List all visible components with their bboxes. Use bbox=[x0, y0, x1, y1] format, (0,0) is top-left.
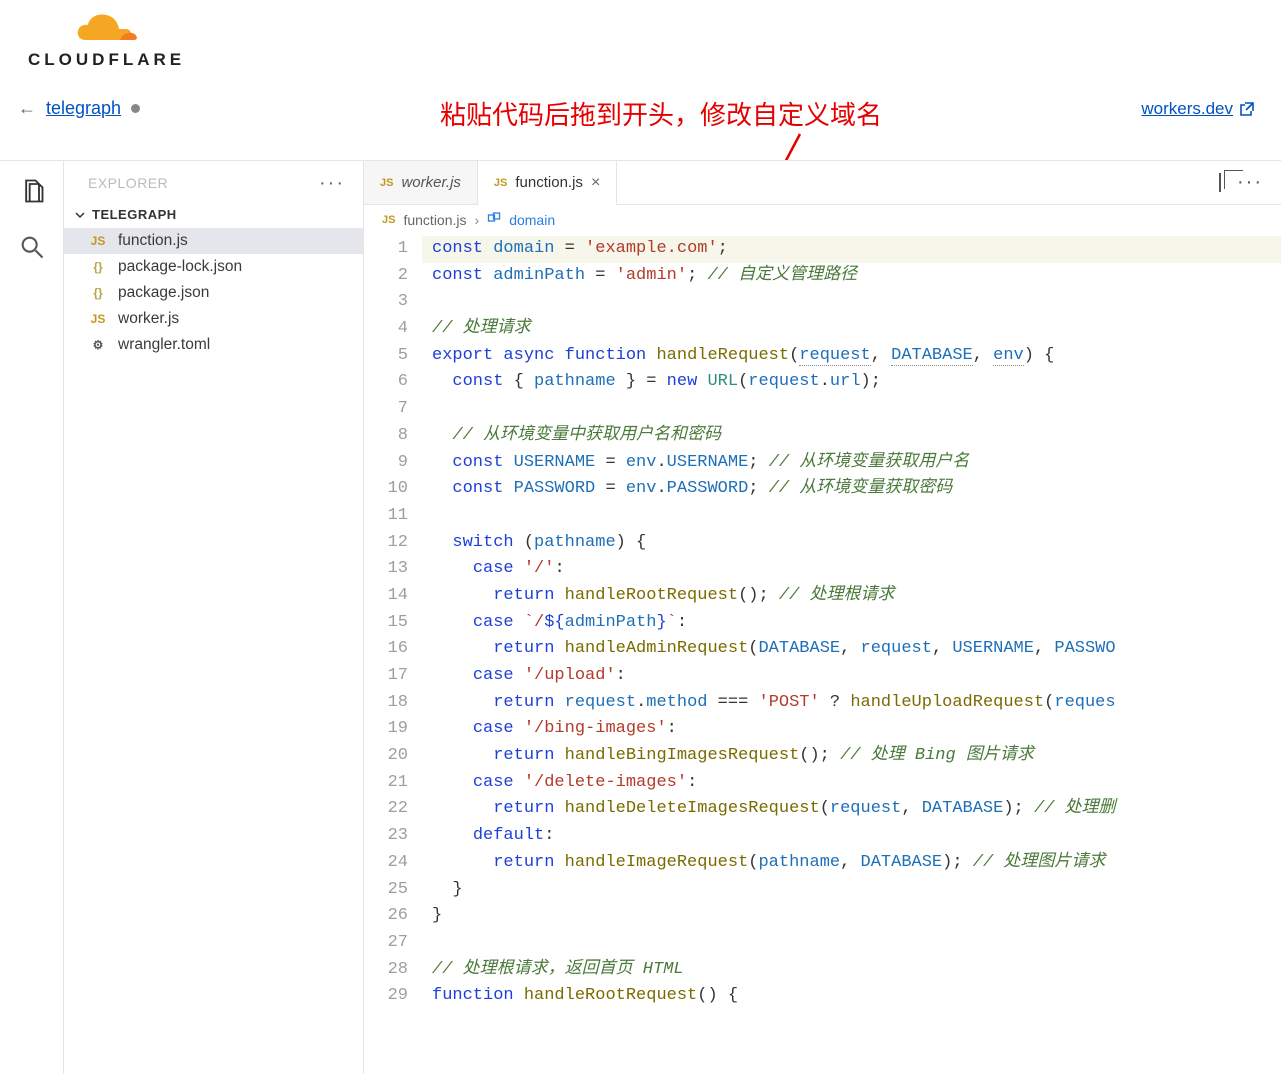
code-line-25[interactable]: } bbox=[422, 877, 1281, 904]
file-name: worker.js bbox=[118, 310, 179, 328]
chevron-right-icon: › bbox=[475, 212, 480, 228]
editor-breadcrumb: JS function.js › domain bbox=[364, 205, 1281, 234]
file-name: package.json bbox=[118, 284, 209, 302]
cloudflare-wordmark: CLOUDFLARE bbox=[28, 50, 185, 70]
cloudflare-cloud-icon bbox=[74, 10, 144, 48]
file-type-badge: JS bbox=[494, 177, 507, 189]
code-line-6[interactable]: const { pathname } = new URL(request.url… bbox=[422, 369, 1281, 396]
code-line-24[interactable]: return handleImageRequest(pathname, DATA… bbox=[422, 850, 1281, 877]
cloudflare-logo: CLOUDFLARE bbox=[28, 10, 188, 70]
file-item-worker-js[interactable]: JS worker.js bbox=[64, 306, 363, 332]
sidebar-header: EXPLORER ··· bbox=[64, 161, 363, 201]
page-root: CLOUDFLARE ← telegraph workers.dev 粘贴代码后… bbox=[0, 0, 1281, 1074]
code-line-22[interactable]: return handleDeleteImagesRequest(request… bbox=[422, 796, 1281, 823]
file-item-wrangler-toml[interactable]: ⚙ wrangler.toml bbox=[64, 332, 363, 358]
code-line-16[interactable]: return handleAdminRequest(DATABASE, requ… bbox=[422, 636, 1281, 663]
sidebar-section-header[interactable]: TELEGRAPH bbox=[64, 201, 363, 228]
external-link-icon[interactable] bbox=[1239, 101, 1255, 117]
breadcrumb-right: workers.dev bbox=[1141, 99, 1255, 119]
code-line-9[interactable]: const USERNAME = env.USERNAME; // 从环境变量获… bbox=[422, 450, 1281, 477]
code-line-10[interactable]: const PASSWORD = env.PASSWORD; // 从环境变量获… bbox=[422, 476, 1281, 503]
split-editor-icon[interactable] bbox=[1219, 174, 1221, 192]
sidebar-title: EXPLORER bbox=[88, 175, 168, 191]
back-arrow-icon[interactable]: ← bbox=[18, 98, 36, 119]
file-item-package-lock-json[interactable]: {} package-lock.json bbox=[64, 254, 363, 280]
code-line-26[interactable]: } bbox=[422, 903, 1281, 930]
code-line-15[interactable]: case `/${adminPath}`: bbox=[422, 610, 1281, 637]
tab-worker-js[interactable]: JS worker.js bbox=[364, 161, 478, 204]
code-line-8[interactable]: // 从环境变量中获取用户名和密码 bbox=[422, 423, 1281, 450]
file-type-badge: JS bbox=[380, 177, 393, 189]
code-line-29[interactable]: function handleRootRequest() { bbox=[422, 983, 1281, 1010]
sidebar-more-icon[interactable]: ··· bbox=[319, 172, 345, 195]
tabs-actions: ··· bbox=[1219, 161, 1281, 204]
file-list: JS function.js {} package-lock.json {} packag… bbox=[64, 228, 363, 358]
breadcrumb-left: ← telegraph bbox=[18, 98, 140, 119]
code-line-20[interactable]: return handleBingImagesRequest(); // 处理 … bbox=[422, 743, 1281, 770]
code-line-2[interactable]: const adminPath = 'admin'; // 自定义管理路径 bbox=[422, 263, 1281, 290]
activity-bar bbox=[0, 161, 64, 1074]
breadcrumb-file[interactable]: function.js bbox=[403, 212, 466, 228]
file-icon: JS bbox=[88, 312, 108, 326]
breadcrumb-symbol[interactable]: domain bbox=[509, 212, 555, 228]
project-link[interactable]: telegraph bbox=[46, 98, 121, 119]
code-line-7[interactable] bbox=[422, 396, 1281, 423]
file-item-package-json[interactable]: {} package.json bbox=[64, 280, 363, 306]
project-breadcrumb-row: ← telegraph workers.dev bbox=[0, 90, 1281, 133]
code-line-4[interactable]: // 处理请求 bbox=[422, 316, 1281, 343]
code-line-17[interactable]: case '/upload': bbox=[422, 663, 1281, 690]
code-content[interactable]: const domain = 'example.com';const admin… bbox=[422, 234, 1281, 1074]
sidebar-section-label: TELEGRAPH bbox=[92, 207, 177, 222]
file-icon: ⚙ bbox=[88, 338, 108, 352]
tab-label: function.js bbox=[515, 174, 583, 191]
code-line-18[interactable]: return request.method === 'POST' ? handl… bbox=[422, 690, 1281, 717]
code-line-28[interactable]: // 处理根请求，返回首页 HTML bbox=[422, 957, 1281, 984]
symbol-icon bbox=[487, 211, 501, 228]
unsaved-dot-icon bbox=[131, 104, 140, 113]
editor-tabs: JS worker.js JS function.js × ··· bbox=[364, 161, 1281, 205]
explorer-icon[interactable] bbox=[18, 177, 46, 205]
close-icon[interactable]: × bbox=[591, 174, 600, 192]
file-item-function-js[interactable]: JS function.js bbox=[64, 228, 363, 254]
cloudflare-header: CLOUDFLARE bbox=[0, 0, 1281, 90]
search-icon[interactable] bbox=[18, 233, 46, 261]
workers-dev-link[interactable]: workers.dev bbox=[1141, 99, 1233, 119]
code-area[interactable]: 1234567891011121314151617181920212223242… bbox=[364, 234, 1281, 1074]
file-icon: {} bbox=[88, 286, 108, 300]
editor-main: JS worker.js JS function.js × ··· JS functio… bbox=[364, 161, 1281, 1074]
code-line-1[interactable]: const domain = 'example.com'; bbox=[422, 236, 1281, 263]
code-line-3[interactable] bbox=[422, 289, 1281, 316]
code-line-21[interactable]: case '/delete-images': bbox=[422, 770, 1281, 797]
tab-label: worker.js bbox=[401, 174, 460, 191]
code-line-27[interactable] bbox=[422, 930, 1281, 957]
code-line-11[interactable] bbox=[422, 503, 1281, 530]
file-icon: JS bbox=[88, 234, 108, 248]
code-line-12[interactable]: switch (pathname) { bbox=[422, 530, 1281, 557]
line-gutter: 1234567891011121314151617181920212223242… bbox=[364, 234, 422, 1074]
file-type-badge: JS bbox=[382, 214, 395, 226]
tab-function-js[interactable]: JS function.js × bbox=[478, 161, 617, 204]
code-line-5[interactable]: export async function handleRequest(requ… bbox=[422, 343, 1281, 370]
code-line-23[interactable]: default: bbox=[422, 823, 1281, 850]
code-line-13[interactable]: case '/': bbox=[422, 556, 1281, 583]
file-icon: {} bbox=[88, 260, 108, 274]
sidebar: EXPLORER ··· TELEGRAPH JS function.js {} pa… bbox=[64, 161, 364, 1074]
code-line-19[interactable]: case '/bing-images': bbox=[422, 716, 1281, 743]
editor-shell: EXPLORER ··· TELEGRAPH JS function.js {} pa… bbox=[0, 160, 1281, 1074]
code-line-14[interactable]: return handleRootRequest(); // 处理根请求 bbox=[422, 583, 1281, 610]
chevron-down-icon bbox=[74, 209, 86, 221]
file-name: wrangler.toml bbox=[118, 336, 210, 354]
file-name: package-lock.json bbox=[118, 258, 242, 276]
file-name: function.js bbox=[118, 232, 188, 250]
